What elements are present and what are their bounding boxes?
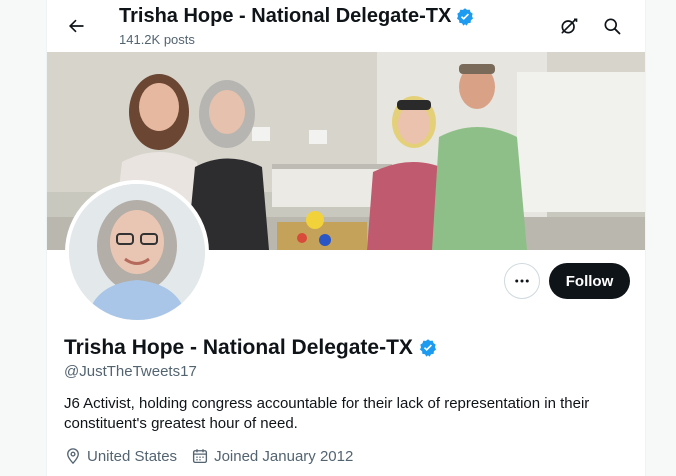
profile-bio: J6 Activist, holding congress accountabl… <box>64 395 590 432</box>
header-title-text: Trisha Hope - National Delegate-TX <box>119 5 452 27</box>
avatar-photo <box>69 184 205 320</box>
search-button[interactable] <box>595 9 629 43</box>
more-options-button[interactable] <box>504 263 540 299</box>
joined-item: Joined January 2012 <box>191 447 353 465</box>
post-count: 141.2K posts <box>119 32 195 47</box>
verified-badge-icon[interactable] <box>418 338 438 358</box>
back-button[interactable] <box>59 9 93 43</box>
verified-badge-icon <box>457 7 474 26</box>
joined-text: Joined January 2012 <box>214 447 354 465</box>
user-handle: @JustTheTweets17 <box>64 363 197 380</box>
location-text: United States <box>87 447 178 465</box>
header-title: Trisha Hope - National Delegate-TX <box>119 5 475 28</box>
profile-meta: United States Joined January 2012 <box>64 447 353 465</box>
arrow-left-icon <box>69 19 84 33</box>
display-name-text: Trisha Hope - National Delegate-TX <box>64 336 413 359</box>
grok-button[interactable] <box>552 9 586 43</box>
calendar-icon <box>193 449 208 464</box>
display-name: Trisha Hope - National Delegate-TX <box>64 336 438 360</box>
search-icon <box>604 18 621 35</box>
location-item: United States <box>64 447 177 465</box>
location-pin-icon <box>67 448 79 465</box>
profile-header-bar: Trisha Hope - National Delegate-TX 141.2… <box>47 0 645 52</box>
grok-icon <box>561 18 578 34</box>
more-horizontal-icon <box>515 279 529 283</box>
follow-button[interactable]: Follow <box>549 263 630 299</box>
profile-column: Trisha Hope - National Delegate-TX 141.2… <box>46 0 646 476</box>
avatar[interactable] <box>65 180 209 324</box>
